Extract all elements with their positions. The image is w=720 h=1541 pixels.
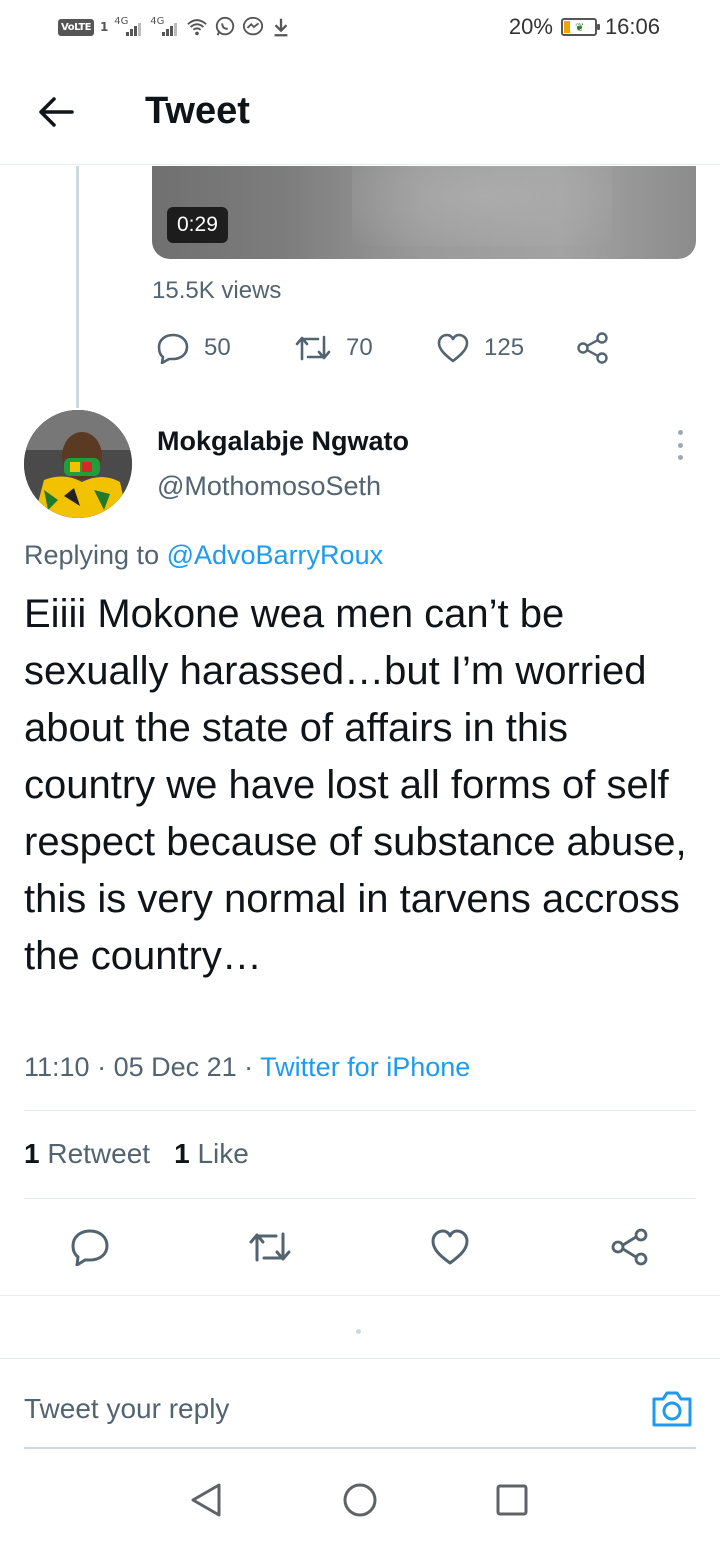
thread-connector-line bbox=[76, 166, 79, 408]
replying-to: Replying to @AdvoBarryRoux bbox=[24, 540, 383, 571]
download-icon bbox=[274, 18, 288, 37]
wifi-icon bbox=[187, 19, 208, 36]
likes-stat[interactable]: 1 Like bbox=[174, 1138, 249, 1170]
retweet-label: Retweet bbox=[47, 1138, 151, 1169]
parent-like-button[interactable]: 125 bbox=[436, 326, 524, 370]
like-label: Like bbox=[197, 1138, 249, 1169]
share-icon bbox=[611, 1228, 648, 1266]
divider bbox=[24, 1110, 696, 1111]
tweet-source-link[interactable]: Twitter for iPhone bbox=[260, 1052, 470, 1082]
more-dot-icon bbox=[677, 430, 683, 435]
app-header: Tweet bbox=[0, 56, 720, 165]
like-button[interactable] bbox=[425, 1222, 475, 1272]
video-duration-badge: 0:29 bbox=[167, 207, 228, 243]
status-icons-right: 20% ❦ 16:06 bbox=[509, 12, 660, 42]
reply-icon bbox=[71, 1229, 109, 1266]
battery-percent: 20% bbox=[508, 14, 553, 39]
replying-to-handle-link[interactable]: @AdvoBarryRoux bbox=[167, 540, 384, 570]
retweet-icon bbox=[295, 335, 331, 361]
signal-2-type: 4G bbox=[150, 16, 165, 27]
author-handle[interactable]: @MothomosoSeth bbox=[157, 471, 381, 502]
parent-retweet-button[interactable]: 70 bbox=[294, 326, 373, 370]
reply-input[interactable] bbox=[24, 1393, 584, 1425]
tweet-meta: 11:10 · 05 Dec 21 · Twitter for iPhone bbox=[24, 1052, 470, 1083]
heart-icon bbox=[437, 333, 469, 363]
sim-number: 1 bbox=[99, 20, 109, 34]
signal-icon-1: 4G bbox=[114, 16, 144, 38]
volte-badge: VoLTE bbox=[58, 18, 94, 36]
parent-retweet-count: 70 bbox=[346, 334, 373, 361]
parent-reply-count: 50 bbox=[204, 334, 231, 361]
battery-icon: ❦ bbox=[560, 18, 600, 36]
triangle-back-icon bbox=[191, 1483, 221, 1517]
author-name[interactable]: Mokgalabje Ngwato bbox=[157, 426, 409, 457]
avatar-image bbox=[24, 410, 132, 518]
retweets-stat[interactable]: 1 Retweet bbox=[24, 1138, 150, 1170]
system-nav-bar bbox=[0, 1460, 720, 1541]
more-dot-icon bbox=[677, 442, 683, 448]
nav-back-button[interactable] bbox=[186, 1480, 226, 1520]
replying-to-prefix: Replying to bbox=[24, 540, 167, 570]
reply-composer bbox=[0, 1358, 720, 1449]
whatsapp-icon bbox=[216, 16, 235, 36]
meta-separator: · bbox=[89, 1052, 114, 1082]
parent-reply-button[interactable]: 50 bbox=[156, 326, 231, 370]
share-icon bbox=[577, 332, 608, 364]
messenger-icon bbox=[243, 16, 264, 36]
status-bar: VoLTE 1 4G 4G 20% ❦ 16:06 bbox=[0, 0, 720, 56]
section-divider bbox=[0, 1295, 720, 1296]
retweet-button[interactable] bbox=[245, 1222, 295, 1272]
signal-1-type: 4G bbox=[114, 16, 129, 27]
view-count: 15.5K views bbox=[152, 277, 282, 304]
heart-icon bbox=[431, 1229, 469, 1265]
circle-home-icon bbox=[343, 1483, 377, 1517]
back-button[interactable] bbox=[34, 90, 78, 134]
tweet-time: 11:10 bbox=[24, 1052, 90, 1082]
more-dot-icon bbox=[677, 455, 683, 460]
camera-button[interactable] bbox=[650, 1387, 694, 1431]
nav-recents-button[interactable] bbox=[492, 1480, 532, 1520]
status-icons-left: VoLTE 1 4G 4G bbox=[58, 12, 292, 42]
tweet-date: 05 Dec 21 bbox=[113, 1052, 237, 1082]
meta-separator: · bbox=[236, 1052, 261, 1082]
signal-icon-2: 4G bbox=[150, 16, 180, 38]
divider bbox=[24, 1198, 696, 1199]
parent-share-button[interactable] bbox=[576, 326, 610, 370]
reply-input-underline bbox=[24, 1447, 696, 1449]
loading-indicator bbox=[356, 1329, 361, 1334]
tweet-actions bbox=[0, 1222, 720, 1272]
tweet-text: Eiiii Mokone wea men can’t be sexually h… bbox=[24, 592, 687, 978]
reply-icon bbox=[157, 333, 189, 364]
arrow-left-icon bbox=[39, 97, 74, 127]
like-count: 1 bbox=[174, 1138, 190, 1169]
parent-like-count: 125 bbox=[484, 334, 525, 361]
page-title: Tweet bbox=[145, 90, 250, 132]
camera-icon bbox=[652, 1391, 692, 1427]
square-recents-icon bbox=[496, 1484, 528, 1516]
retweet-count: 1 bbox=[24, 1138, 40, 1169]
nav-home-button[interactable] bbox=[340, 1480, 380, 1520]
video-thumbnail[interactable] bbox=[152, 166, 696, 259]
engagement-stats: 1 Retweet 1 Like bbox=[24, 1138, 249, 1170]
parent-tweet-actions: 50 70 125 bbox=[152, 326, 622, 370]
reply-button[interactable] bbox=[65, 1222, 115, 1272]
clock: 16:06 bbox=[604, 14, 660, 39]
more-options-button[interactable] bbox=[668, 428, 692, 462]
retweet-icon bbox=[249, 1232, 291, 1262]
avatar[interactable] bbox=[24, 410, 132, 518]
share-button[interactable] bbox=[605, 1222, 655, 1272]
